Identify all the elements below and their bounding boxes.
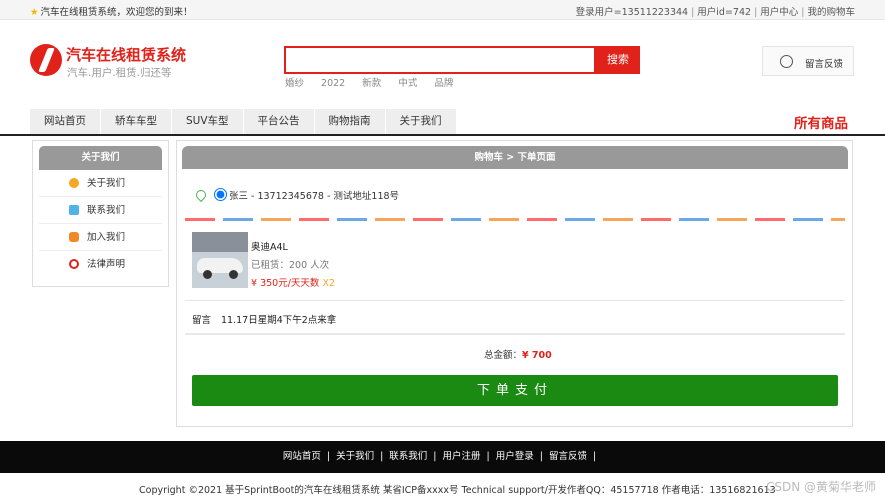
sidebar-item-label: 关于我们 — [87, 178, 126, 189]
hot-word[interactable]: 新款 — [362, 78, 381, 89]
user-center-link[interactable]: 用户中心 — [760, 7, 798, 18]
nav-item-sedan[interactable]: 轿车车型 — [101, 109, 171, 134]
copyright: Copyright ©2021 基于SprintBoot的汽车在线租赁系统 某省… — [139, 485, 776, 496]
lock-icon — [69, 232, 79, 242]
welcome-text: ★ 汽车在线租赁系统，欢迎您的到来！ — [30, 7, 193, 18]
nav-divider — [0, 134, 885, 136]
sidebar-item-contact[interactable]: 联系我们 — [39, 197, 162, 224]
feedback-button[interactable]: 留言反馈 — [762, 46, 854, 76]
remark-label: 留言 — [192, 315, 212, 326]
nav-item-about[interactable]: 关于我们 — [385, 109, 456, 134]
search-button[interactable]: 搜索 — [596, 46, 640, 74]
nav-item-suv[interactable]: SUV车型 — [172, 109, 243, 134]
footer-link-about[interactable]: 关于我们 — [336, 451, 374, 462]
total-row: 总金额：¥ 700 — [484, 347, 552, 361]
address-text: 张三 - 13712345678 - 测试地址118号 — [229, 191, 400, 202]
remark-value: 11.17日星期4下午2点来拿 — [221, 315, 337, 326]
total-amount: ¥ 700 — [522, 350, 552, 361]
sidebar-item-label: 法律声明 — [87, 259, 126, 270]
order-panel: 购物车 > 下单页面 张三 - 13712345678 - 测试地址118号 奥… — [176, 140, 853, 427]
address-option[interactable]: 张三 - 13712345678 - 测试地址118号 — [193, 187, 400, 203]
divider — [185, 300, 845, 301]
sidebar-item-about[interactable]: 关于我们 — [39, 170, 162, 197]
logo-icon[interactable] — [30, 44, 62, 76]
clipboard-icon — [69, 205, 79, 215]
product-name[interactable]: 奥迪A4L — [251, 239, 288, 253]
footer-link-contact[interactable]: 联系我们 — [389, 451, 427, 462]
envelope-stripe — [185, 218, 845, 221]
nav-item-guide[interactable]: 购物指南 — [314, 109, 385, 134]
nav-item-home[interactable]: 网站首页 — [30, 109, 100, 134]
my-cart-link[interactable]: 我的购物车 — [807, 7, 855, 18]
nav-item-notice[interactable]: 平台公告 — [243, 109, 314, 134]
divider — [185, 333, 845, 335]
watermark: CSDN @黄菊华老师 — [765, 480, 876, 494]
sidebar: 关于我们 关于我们 联系我们 加入我们 法律声明 — [32, 140, 169, 287]
footer-link-register[interactable]: 用户注册 — [443, 451, 481, 462]
top-bar: ★ 汽车在线租赁系统，欢迎您的到来！ 登录用户=13511223344 | 用户id=… — [0, 0, 885, 20]
sidebar-item-legal[interactable]: 法律声明 — [39, 251, 162, 278]
site-subtitle: 汽车.用户.租赁.归还等 — [67, 67, 172, 79]
headset-icon — [780, 55, 793, 68]
sidebar-item-join[interactable]: 加入我们 — [39, 224, 162, 251]
product-price: ¥ 350元/天天数 X2 — [251, 278, 335, 289]
power-icon — [69, 259, 79, 269]
site-title[interactable]: 汽车在线租赁系统 — [66, 44, 186, 65]
sidebar-title: 关于我们 — [39, 146, 162, 170]
footer-link-feedback[interactable]: 留言反馈 — [549, 451, 587, 462]
location-pin-icon — [193, 187, 209, 203]
user-id-link[interactable]: 用户id=742 — [697, 7, 751, 18]
footer-nav: 网站首页 | 关于我们 | 联系我们 | 用户注册 | 用户登录 | 留言反馈 | — [0, 441, 885, 473]
product-qty: X2 — [322, 278, 335, 289]
all-goods-link[interactable]: 所有商品 — [794, 112, 848, 132]
search-box — [284, 46, 596, 74]
info-icon — [69, 178, 79, 188]
total-label: 总金额： — [484, 350, 523, 361]
remark-row: 留言 11.17日星期4下午2点来拿 — [192, 312, 336, 326]
hot-word[interactable]: 婚纱 — [285, 78, 304, 89]
hot-word[interactable]: 中式 — [398, 78, 417, 89]
product-image[interactable] — [192, 232, 248, 288]
hot-word[interactable]: 品牌 — [434, 78, 453, 89]
sidebar-item-label: 加入我们 — [87, 232, 126, 243]
search-input[interactable] — [286, 48, 594, 72]
login-user-link[interactable]: 登录用户=13511223344 — [576, 7, 688, 18]
user-links: 登录用户=13511223344 | 用户id=742 | 用户中心 | 我的购物车 — [575, 7, 855, 18]
address-radio[interactable] — [214, 188, 227, 201]
hot-words: 婚纱 2022 新款 中式 品牌 — [285, 75, 467, 89]
footer-link-home[interactable]: 网站首页 — [283, 451, 321, 462]
main-nav: 网站首页 轿车车型 SUV车型 平台公告 购物指南 关于我们 — [30, 109, 457, 134]
breadcrumb: 购物车 > 下单页面 — [182, 146, 848, 169]
star-icon: ★ — [30, 7, 39, 18]
footer-link-login[interactable]: 用户登录 — [496, 451, 534, 462]
feedback-label: 留言反馈 — [805, 59, 844, 70]
hot-word[interactable]: 2022 — [321, 78, 345, 89]
product-rent-count: 已租赁：200 人次 — [251, 260, 330, 271]
pay-button[interactable]: 下单支付 — [192, 375, 838, 406]
sidebar-item-label: 联系我们 — [87, 205, 126, 216]
